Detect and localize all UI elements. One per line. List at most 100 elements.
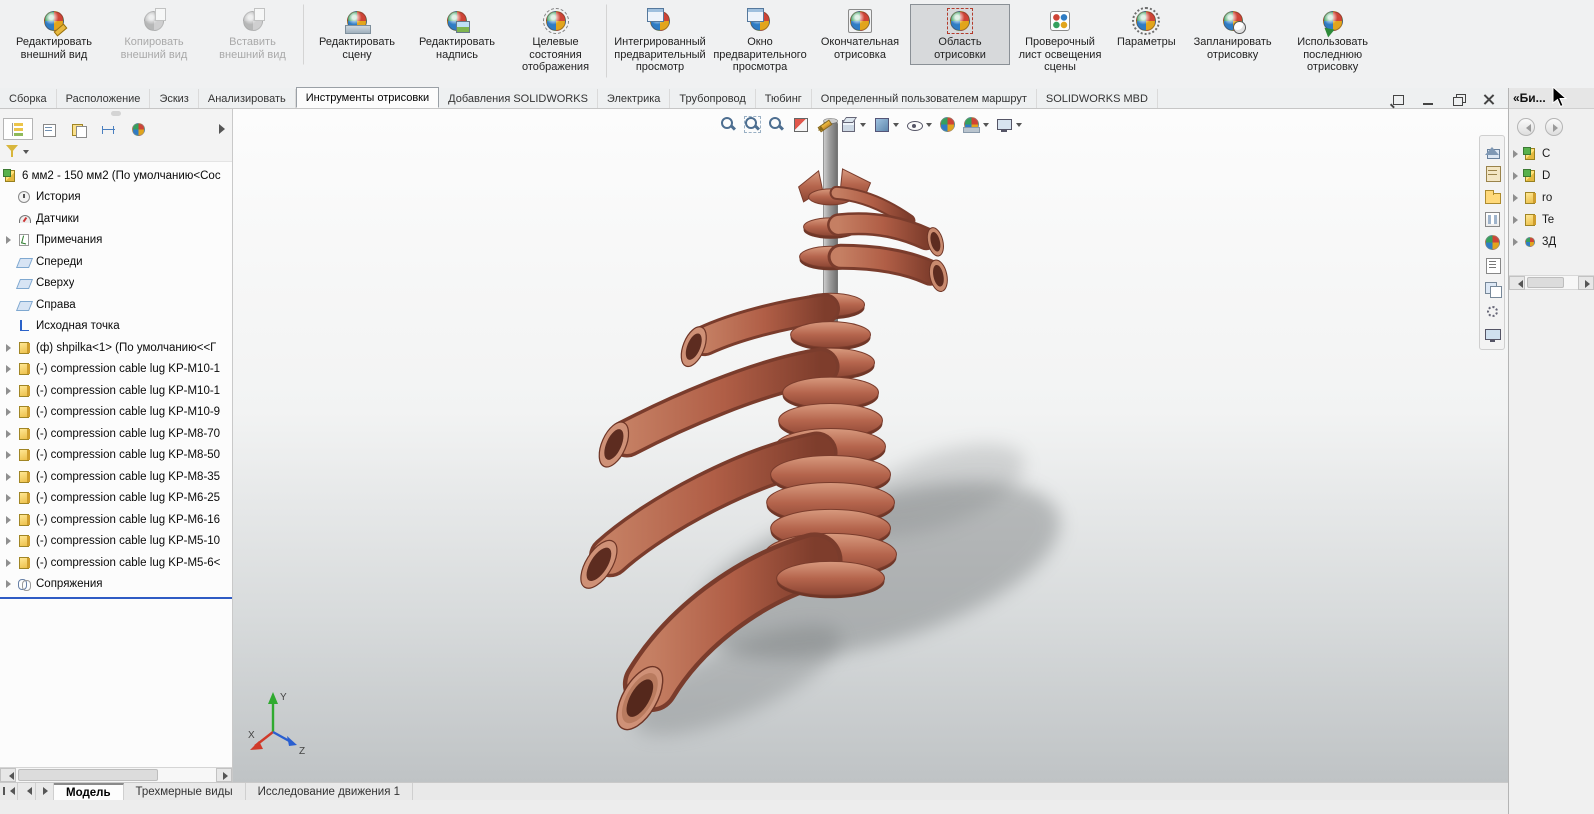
expander-icon[interactable] — [3, 470, 17, 484]
ribbon-button[interactable]: Интегрированный предварительный просмотр — [610, 4, 710, 78]
expander-icon[interactable] — [3, 298, 17, 312]
expander-icon[interactable] — [3, 276, 17, 290]
tree-item[interactable]: (-) compression cable lug KP-M10-1 — [0, 359, 232, 381]
expander-icon[interactable] — [3, 556, 17, 570]
scroll-left-icon[interactable] — [1509, 276, 1525, 290]
close-window-icon[interactable] — [1478, 92, 1500, 108]
tree-item[interactable]: 6 мм2 - 150 мм2 (По умолчанию<Сос — [0, 165, 232, 187]
expander-icon[interactable] — [1510, 148, 1523, 161]
ribbon-button[interactable]: Окно предварительного просмотра — [710, 4, 810, 78]
view-tool-button[interactable] — [741, 114, 764, 135]
ribbon-button[interactable]: Область отрисовки — [910, 4, 1010, 65]
tree-item[interactable]: (-) compression cable lug KP-M5-10 — [0, 531, 232, 553]
ribbon-button[interactable]: Использовать последнюю отрисовку — [1283, 4, 1383, 78]
home-icon[interactable] — [1483, 141, 1502, 160]
view-tool-button[interactable] — [936, 114, 959, 135]
tree-item[interactable]: (-) compression cable lug KP-M6-16 — [0, 509, 232, 531]
ribbon-button[interactable]: Вставить внешний вид — [204, 4, 304, 65]
graphics-area[interactable]: Y X Z — [233, 109, 1508, 782]
panel-item[interactable]: Te — [1509, 209, 1594, 231]
tree-item[interactable]: (-) compression cable lug KP-M6-25 — [0, 488, 232, 510]
tab-scroll-start-icon[interactable] — [0, 783, 18, 800]
ribbon-button[interactable]: Целевые состояния отображения — [507, 4, 607, 78]
tree-item[interactable]: Датчики — [0, 208, 232, 230]
commandmanager-tab[interactable]: SOLIDWORKS MBD — [1037, 89, 1158, 108]
tree-item[interactable]: (-) compression cable lug KP-M8-35 — [0, 466, 232, 488]
commandmanager-tab[interactable]: Тюбинг — [756, 89, 812, 108]
expander-icon[interactable] — [3, 513, 17, 527]
view-tool-button[interactable] — [717, 114, 740, 135]
screen-icon[interactable] — [1483, 325, 1502, 344]
view-tool-button[interactable] — [993, 114, 1025, 135]
tree-item[interactable]: Спереди — [0, 251, 232, 273]
commandmanager-tab[interactable]: Определенный пользователем маршрут — [812, 89, 1037, 108]
commandmanager-tab[interactable]: Электрика — [598, 89, 671, 108]
ribbon-button[interactable]: Редактировать сцену — [307, 4, 407, 65]
panel-expand-chevron-icon[interactable] — [215, 122, 229, 136]
tab-scroll-right-icon[interactable] — [36, 783, 54, 800]
ribbon-button[interactable]: Проверочный лист освещения сцены — [1010, 4, 1110, 78]
expander-icon[interactable] — [3, 255, 17, 269]
panel-item[interactable]: D — [1509, 165, 1594, 187]
tree-item[interactable]: Сверху — [0, 273, 232, 295]
tree-item[interactable]: Сопряжения — [0, 574, 232, 596]
scroll-left-icon[interactable] — [0, 768, 16, 782]
scroll-right-icon[interactable] — [1578, 276, 1594, 290]
scrollbar-thumb[interactable] — [18, 769, 158, 781]
view-palette-icon[interactable] — [1483, 210, 1502, 229]
ribbon-button[interactable]: Запланировать отрисовку — [1183, 4, 1283, 65]
manager-tab[interactable] — [123, 118, 153, 140]
commandmanager-tab[interactable]: Анализировать — [199, 89, 296, 108]
panel-splitter-handle[interactable] — [111, 111, 121, 116]
view-tool-button[interactable] — [813, 114, 836, 135]
tree-item[interactable]: (-) compression cable lug KP-M10-9 — [0, 402, 232, 424]
expander-icon[interactable] — [3, 534, 17, 548]
manager-tab[interactable] — [63, 118, 93, 140]
expander-icon[interactable] — [3, 233, 17, 247]
document-tab[interactable]: Модель — [54, 783, 124, 800]
appearances-icon[interactable] — [1483, 233, 1502, 252]
design-library-icon[interactable] — [1483, 164, 1502, 183]
ribbon-button[interactable]: Редактировать надпись — [407, 4, 507, 65]
panel-horizontal-scrollbar[interactable] — [1509, 275, 1594, 290]
view-tool-button[interactable] — [903, 114, 935, 135]
view-tool-button[interactable] — [765, 114, 788, 135]
expander-icon[interactable] — [3, 362, 17, 376]
expander-icon[interactable] — [3, 448, 17, 462]
document-tab[interactable]: Трехмерные виды — [124, 783, 246, 800]
commandmanager-tab[interactable]: Расположение — [57, 89, 151, 108]
view-tool-button[interactable] — [960, 114, 992, 135]
commandmanager-tab[interactable]: Эскиз — [150, 89, 199, 108]
expander-icon[interactable] — [3, 190, 17, 204]
tree-horizontal-scrollbar[interactable] — [0, 767, 232, 782]
restore-window-icon[interactable] — [1448, 92, 1470, 108]
tree-item[interactable]: (-) compression cable lug KP-M8-70 — [0, 423, 232, 445]
view-tool-button[interactable] — [870, 114, 902, 135]
ribbon-button[interactable]: Редактировать внешний вид — [4, 4, 104, 65]
commandmanager-tab[interactable]: Инструменты отрисовки — [295, 87, 440, 108]
tree-item[interactable]: История — [0, 187, 232, 209]
tree-item[interactable]: (-) compression cable lug KP-M5-6< — [0, 552, 232, 574]
expander-icon[interactable] — [3, 212, 17, 226]
expander-icon[interactable] — [3, 491, 17, 505]
expander-icon[interactable] — [1510, 170, 1523, 183]
file-explorer-icon[interactable] — [1483, 187, 1502, 206]
view-tool-button[interactable] — [837, 114, 869, 135]
filter-dropdown-caret-icon[interactable] — [23, 149, 29, 157]
minimize-window-icon[interactable] — [1418, 92, 1440, 108]
tree-item[interactable]: (-) compression cable lug KP-M8-50 — [0, 445, 232, 467]
ribbon-button[interactable]: Окончательная отрисовка — [810, 4, 910, 65]
tree-item[interactable]: Справа — [0, 294, 232, 316]
ribbon-button[interactable]: Параметры — [1110, 4, 1183, 53]
tree-item[interactable]: (-) compression cable lug KP-M10-1 — [0, 380, 232, 402]
manager-tab[interactable] — [93, 118, 123, 140]
expander-icon[interactable] — [3, 384, 17, 398]
commandmanager-tab[interactable]: Добавления SOLIDWORKS — [439, 89, 598, 108]
tab-scroll-left-icon[interactable] — [18, 783, 36, 800]
ribbon-button[interactable]: Копировать внешний вид — [104, 4, 204, 65]
scroll-right-icon[interactable] — [216, 768, 232, 782]
expander-icon[interactable] — [3, 319, 17, 333]
nav-back-icon[interactable] — [1517, 118, 1535, 136]
expander-icon[interactable] — [1510, 192, 1523, 205]
view-tool-button[interactable] — [789, 114, 812, 135]
